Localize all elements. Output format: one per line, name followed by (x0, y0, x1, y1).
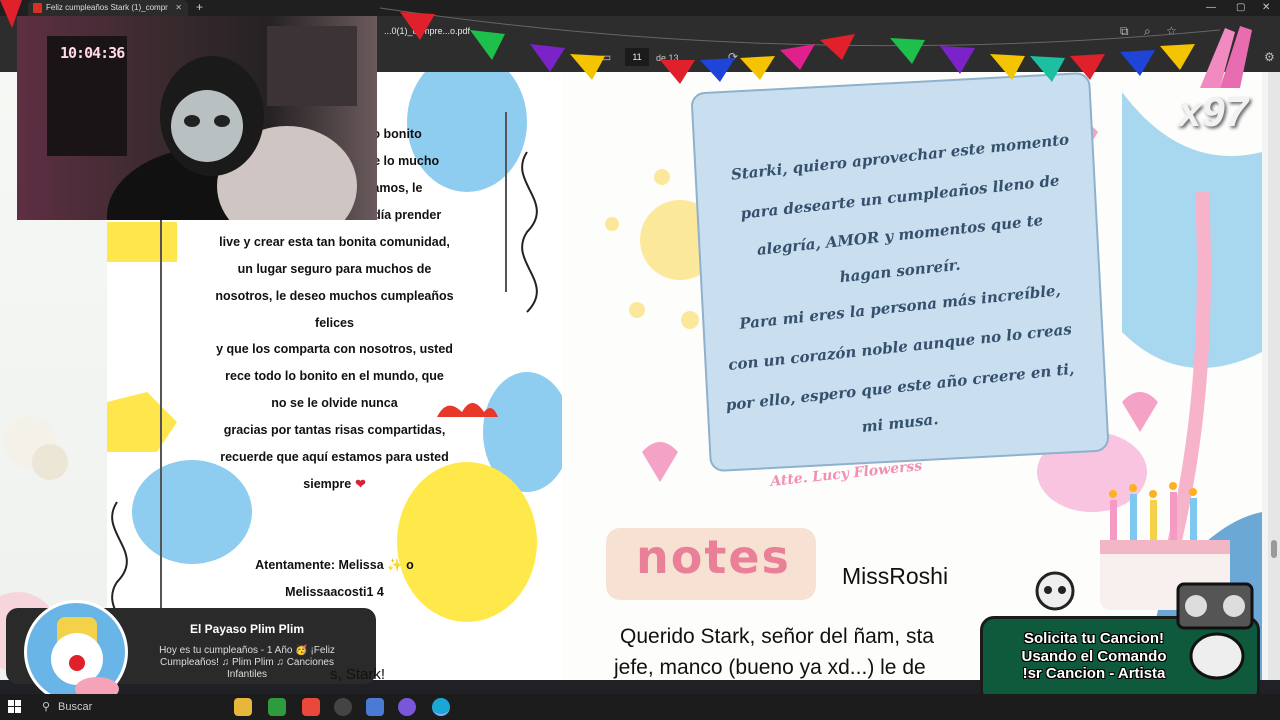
tab-title: Feliz cumpleaños Stark (1)_compr (46, 3, 168, 12)
song-request-line: Usando el Comando (1021, 648, 1167, 665)
signature-line: Atentamente: Melissa ✨ o (255, 558, 414, 572)
song-request-line: !sr Cancion - Artista (1022, 665, 1166, 682)
skull-character-icon (1035, 571, 1075, 611)
clown-avatar-icon (51, 617, 119, 701)
signature-handle: Melissaacosti1 4 (285, 585, 384, 599)
wall-clock: 10:04:36 (60, 44, 125, 62)
close-window-icon[interactable]: ✕ (1262, 0, 1270, 16)
notes-title: notes (636, 530, 791, 584)
heart-icon: ❤ (355, 477, 366, 491)
notification-body: Hoy es tu cumpleaños - 1 Año 🥳 ¡Feliz Cu… (159, 645, 335, 680)
tab-close-icon[interactable]: ✕ (175, 0, 182, 16)
letter-line: ole lo mucho (362, 154, 440, 168)
taskbar-search[interactable]: ⚲ Buscar (34, 694, 224, 720)
letter-line: ciamos, le (362, 181, 423, 195)
letter-line: xio bonito (362, 127, 422, 141)
browser-tab[interactable]: Feliz cumpleaños Stark (1)_compr ✕ (28, 0, 188, 16)
letter-line: felices (315, 316, 354, 330)
search-icon: ⚲ (42, 701, 51, 713)
letter-line: live y crear esta tan bonita comunidad, (219, 235, 450, 249)
combo-multiplier: x97 (1178, 88, 1249, 135)
notification-title: El Payaso Plim Plim (189, 622, 305, 636)
boombox-character-icon (1176, 582, 1254, 680)
discord-icon[interactable] (398, 698, 416, 716)
edge-browser-icon[interactable] (432, 698, 450, 716)
song-request-line: Solicita tu Cancion! (1023, 630, 1164, 647)
xbox-icon[interactable] (268, 698, 286, 716)
letter-line: siempre ❤ (303, 477, 366, 491)
note-author: MissRoshi (842, 563, 949, 589)
letter-line: gracias por tantas risas compartidas, (223, 423, 446, 437)
vertical-scrollbar[interactable] (1268, 72, 1280, 680)
notification-avatar (24, 600, 128, 704)
letter-line: no se le olvide nunca (271, 396, 398, 410)
pdf-favicon-icon (33, 3, 42, 13)
scrollbar-thumb[interactable] (1271, 540, 1277, 558)
letter-line: rece todo lo bonito en el mundo, que (225, 369, 444, 383)
maximize-icon[interactable]: ▢ (1236, 0, 1245, 16)
app-icon[interactable] (366, 698, 384, 716)
letter-line: recuerde que aquí estamos para usted (220, 450, 449, 464)
letter-line: n día prender (362, 208, 442, 222)
brave-browser-icon[interactable] (302, 698, 320, 716)
note-body-line-1: Querido Stark, señor del ñam, sta (620, 625, 934, 648)
praying-hands-icon (1200, 26, 1252, 88)
letter-line: un lugar seguro para muchos de (237, 262, 432, 276)
obs-icon[interactable] (334, 698, 352, 716)
note-body-line-2: jefe, manco (bueno ya xd...) le de (614, 656, 926, 679)
letter-line: y que los comparta con nosotros, usted (216, 342, 453, 356)
bunting-flags-decoration (380, 7, 1220, 84)
file-explorer-icon[interactable] (234, 698, 252, 716)
windows-start-icon[interactable] (8, 700, 21, 713)
partial-page-text: s, Stark! (330, 666, 386, 683)
letter-line: nosotros, le deseo muchos cumpleaños (215, 289, 454, 303)
new-tab-icon[interactable]: + (196, 0, 203, 15)
